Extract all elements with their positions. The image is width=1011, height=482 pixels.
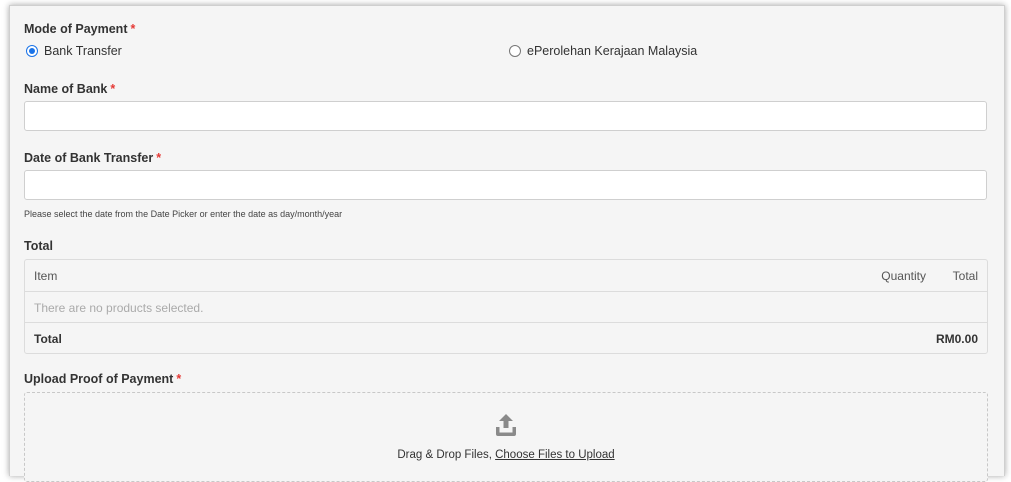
- radio-bank-transfer[interactable]: Bank Transfer: [26, 43, 122, 59]
- radio-button-unchecked[interactable]: [509, 45, 521, 57]
- required-asterisk: *: [156, 151, 162, 165]
- payment-form-panel: Mode of Payment * Bank Transfer ePeroleha…: [9, 5, 1005, 482]
- radio-eperolehan-label[interactable]: ePerolehan Kerajaan Malaysia: [527, 44, 697, 58]
- dropzone-text: Drag & Drop Files, Choose Files to Uploa…: [25, 449, 987, 461]
- footer-total-value: RM0.00: [935, 331, 978, 346]
- dropzone-prefix-text: Drag & Drop Files,: [397, 449, 496, 461]
- column-header-total: Total: [952, 268, 978, 283]
- transfer-date-help-text: Please select the date from the Date Pic…: [24, 209, 343, 219]
- upload-label-text: Upload Proof of Payment: [24, 372, 174, 386]
- table-footer-row: Total RM0.00: [25, 322, 987, 354]
- required-asterisk: *: [110, 82, 116, 96]
- column-header-quantity: Quantity: [881, 268, 926, 283]
- radio-eperolehan[interactable]: ePerolehan Kerajaan Malaysia: [509, 43, 697, 59]
- column-header-item: Item: [34, 268, 58, 283]
- transfer-date-input[interactable]: [24, 170, 987, 200]
- transfer-date-label: Date of Bank Transfer *: [24, 151, 161, 165]
- table-header-row: Item Quantity Total: [25, 260, 987, 291]
- required-asterisk: *: [130, 22, 136, 36]
- file-dropzone[interactable]: Drag & Drop Files, Choose Files to Uploa…: [24, 392, 988, 482]
- table-empty-row: There are no products selected.: [25, 291, 987, 323]
- upload-icon: [496, 414, 516, 436]
- footer-total-label: Total: [34, 331, 62, 346]
- upload-label: Upload Proof of Payment *: [24, 372, 181, 386]
- payment-mode-label-text: Mode of Payment: [24, 22, 128, 36]
- bank-name-input[interactable]: [24, 101, 987, 131]
- radio-button-checked[interactable]: [26, 45, 38, 57]
- payment-mode-label: Mode of Payment *: [24, 22, 135, 36]
- empty-products-message: There are no products selected.: [34, 300, 204, 315]
- bank-name-label-text: Name of Bank: [24, 82, 108, 96]
- choose-files-link[interactable]: Choose Files to Upload: [495, 449, 615, 461]
- transfer-date-label-text: Date of Bank Transfer: [24, 151, 154, 165]
- required-asterisk: *: [176, 372, 182, 386]
- products-table: Item Quantity Total There are no product…: [24, 259, 988, 354]
- bank-name-label: Name of Bank *: [24, 82, 115, 96]
- radio-bank-transfer-label[interactable]: Bank Transfer: [44, 44, 122, 58]
- total-section-label: Total: [24, 239, 53, 253]
